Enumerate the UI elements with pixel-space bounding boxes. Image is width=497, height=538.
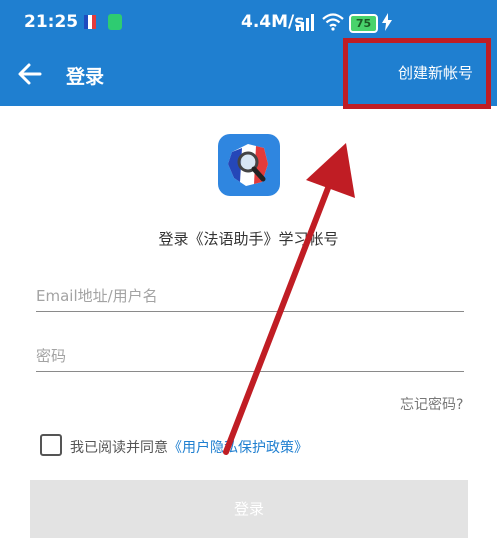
battery-icon: 75 — [349, 14, 378, 33]
france-flag-icon — [84, 15, 96, 29]
page-title: 登录 — [66, 66, 105, 88]
france-map-magnifier-icon — [228, 144, 268, 186]
status-time: 21:25 — [24, 12, 79, 32]
password-field-wrapper — [36, 343, 464, 372]
status-bar: 21:25 4.4M/s 75 — [0, 0, 497, 44]
password-field[interactable] — [36, 343, 464, 369]
create-account-button[interactable]: 创建新帐号 — [398, 62, 473, 83]
signal-icon — [296, 14, 314, 31]
email-field-wrapper — [36, 283, 464, 312]
login-button[interactable]: 登录 — [30, 480, 468, 538]
privacy-policy-link[interactable]: 《用户隐私保护政策》 — [168, 440, 308, 456]
shield-icon — [108, 14, 122, 30]
email-field[interactable] — [36, 283, 464, 309]
app-logo — [218, 134, 280, 196]
agree-text: 我已阅读并同意《用户隐私保护政策》 — [70, 437, 308, 457]
forgot-password-link[interactable]: 忘记密码? — [400, 394, 463, 414]
charging-icon — [382, 13, 392, 31]
agree-checkbox[interactable] — [40, 434, 62, 456]
wifi-icon — [322, 13, 344, 31]
agree-prefix: 我已阅读并同意 — [70, 440, 168, 456]
back-arrow-icon[interactable] — [14, 58, 46, 90]
login-heading: 登录《法语助手》学习帐号 — [158, 230, 339, 248]
